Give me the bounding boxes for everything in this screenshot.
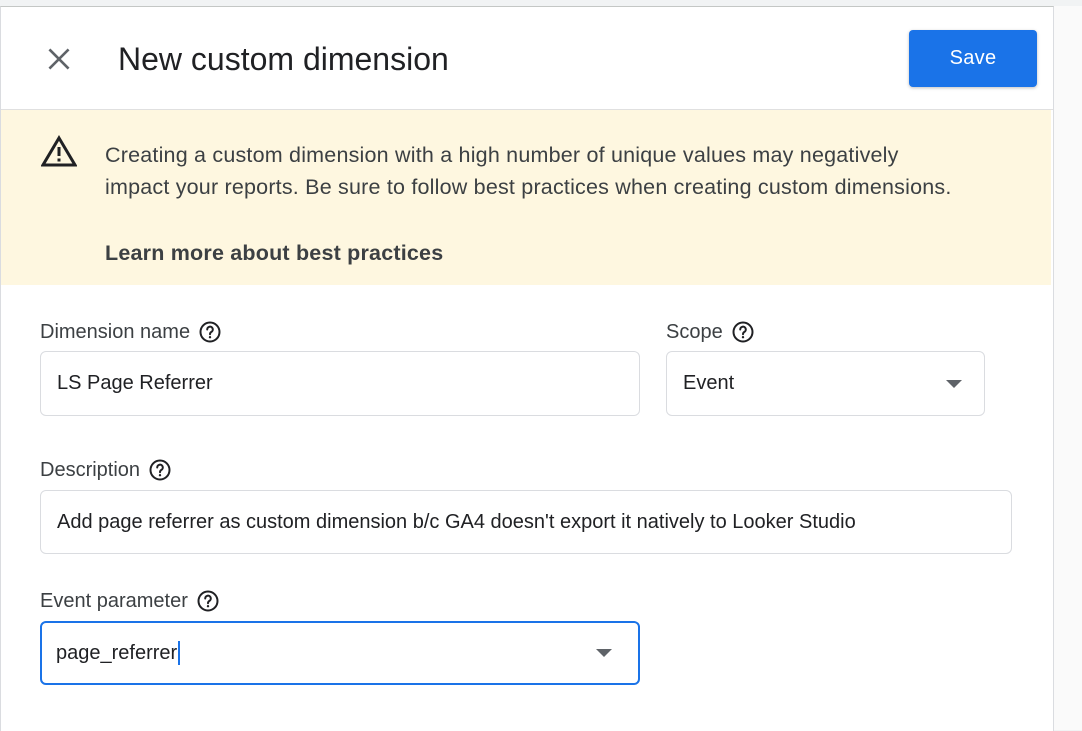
dimension-name-label: Dimension name (40, 320, 222, 344)
chevron-down-icon (946, 380, 962, 388)
warning-icon (41, 135, 77, 167)
warning-message: Creating a custom dimension with a high … (105, 139, 1025, 203)
help-icon[interactable] (196, 589, 220, 613)
text-cursor (178, 641, 181, 665)
event-parameter-input[interactable]: page_referrer (40, 621, 640, 685)
close-icon (48, 48, 70, 70)
warning-line-1: Creating a custom dimension with a high … (105, 143, 899, 167)
event-parameter-label-text: Event parameter (40, 590, 188, 612)
description-value: Add page referrer as custom dimension b/… (57, 510, 856, 533)
save-button[interactable]: Save (909, 30, 1037, 87)
panel-header: New custom dimension Save (1, 7, 1053, 110)
help-icon[interactable] (731, 320, 755, 344)
scope-select[interactable]: Event (666, 351, 985, 416)
scope-value: Event (683, 372, 735, 394)
page-title: New custom dimension (118, 41, 449, 77)
help-icon[interactable] (148, 458, 172, 482)
close-button[interactable] (39, 39, 79, 79)
event-parameter-value: page_referrer (56, 641, 178, 664)
description-label-text: Description (40, 459, 141, 481)
description-label: Description (40, 458, 172, 482)
dimension-name-value: LS Page Referrer (57, 372, 213, 394)
warning-line-2: impact your reports. Be sure to follow b… (105, 175, 952, 199)
learn-more-link[interactable]: Learn more about best practices (105, 237, 443, 269)
dimension-name-field[interactable]: LS Page Referrer (40, 351, 640, 416)
scope-label: Scope (666, 320, 755, 344)
chevron-down-icon[interactable] (596, 649, 612, 657)
help-icon[interactable] (198, 320, 222, 344)
scope-label-text: Scope (666, 321, 723, 343)
custom-dimension-panel: New custom dimension Save Creating a cus… (0, 6, 1054, 731)
dimension-name-label-text: Dimension name (40, 321, 191, 343)
warning-banner: Creating a custom dimension with a high … (1, 110, 1051, 285)
description-field[interactable]: Add page referrer as custom dimension b/… (40, 490, 1012, 554)
event-parameter-label: Event parameter (40, 589, 220, 613)
scrollbar-track[interactable] (1053, 6, 1082, 730)
